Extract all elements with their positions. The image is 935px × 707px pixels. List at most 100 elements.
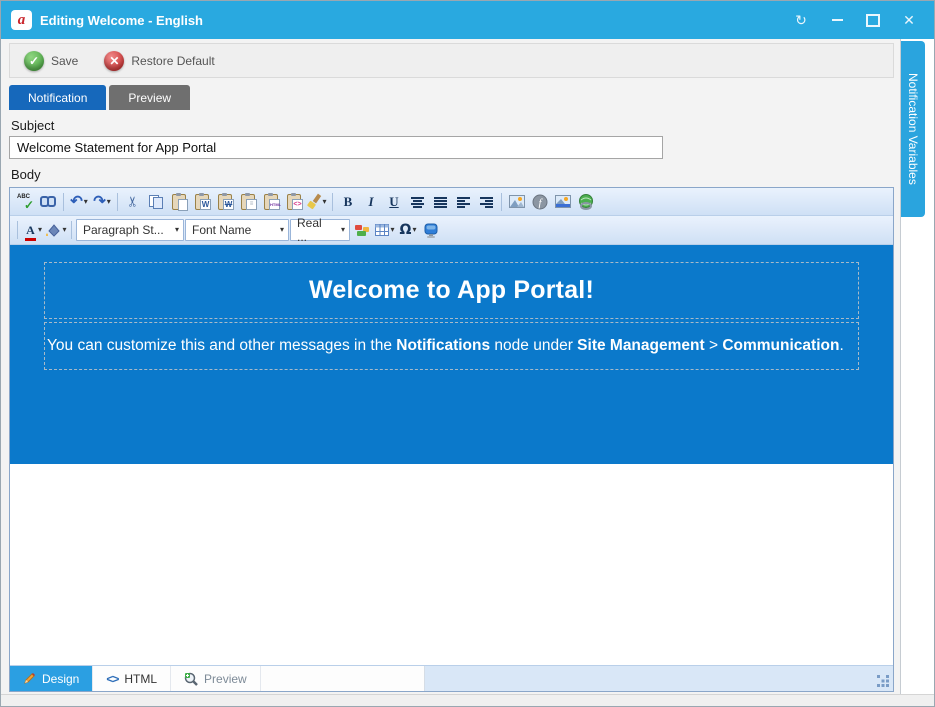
spellcheck-button[interactable]: ABC✓ xyxy=(14,191,36,213)
image-map-icon xyxy=(555,195,571,208)
editor-toolbar-row2: A▾ ▾ Paragraph St...▾ Font Name▾ Real ..… xyxy=(10,216,893,245)
format-stripper-button[interactable]: ▾ xyxy=(306,191,328,213)
mode-tab-html[interactable]: <> HTML xyxy=(93,666,171,691)
module-manager-icon xyxy=(354,223,370,237)
editor-canvas[interactable]: Welcome to App Portal! You can customize… xyxy=(10,245,893,665)
paint-bucket-icon xyxy=(45,223,61,237)
chevron-down-icon: ▾ xyxy=(175,226,179,234)
chevron-down-icon: ▾ xyxy=(390,226,394,234)
background-color-button[interactable]: ▾ xyxy=(45,219,67,241)
hyperlink-manager-button[interactable] xyxy=(575,191,597,213)
save-button[interactable]: ✓ Save xyxy=(24,51,78,71)
align-center-button[interactable] xyxy=(406,191,428,213)
undo-button[interactable]: ↶▾ xyxy=(68,191,90,213)
binoculars-icon xyxy=(40,196,56,207)
mode-tab-preview[interactable]: Preview xyxy=(171,666,261,691)
editor-toolbar-row1: ABC✓ ↶▾ ↷▾ ✂ W W ≡ HTML <> ▾ B xyxy=(10,188,893,216)
redo-button[interactable]: ↷▾ xyxy=(91,191,113,213)
minimize-button[interactable] xyxy=(822,9,852,31)
copy-button[interactable] xyxy=(145,191,167,213)
insert-table-button[interactable]: ▾ xyxy=(374,219,396,241)
mode-tab-design[interactable]: Design xyxy=(10,666,93,691)
flash-icon: f xyxy=(532,194,548,210)
bold-button[interactable]: B xyxy=(337,191,359,213)
italic-icon: I xyxy=(368,194,373,210)
underline-button[interactable]: U xyxy=(383,191,405,213)
editable-heading-region[interactable]: Welcome to App Portal! xyxy=(44,262,859,319)
subject-label: Subject xyxy=(11,118,894,133)
paste-icon xyxy=(172,194,186,210)
italic-button[interactable]: I xyxy=(360,191,382,213)
html-icon: <> xyxy=(106,672,118,686)
font-name-select[interactable]: Font Name▾ xyxy=(185,219,289,241)
paste-button[interactable] xyxy=(168,191,190,213)
find-replace-button[interactable] xyxy=(37,191,59,213)
paste-from-word-strip-button[interactable]: W xyxy=(214,191,236,213)
chevron-down-icon: ▾ xyxy=(412,226,416,234)
separator xyxy=(332,193,333,211)
title-bar: a Editing Welcome - English ↻ ✕ xyxy=(1,1,934,39)
email-body[interactable]: Welcome to App Portal! You can customize… xyxy=(10,245,893,464)
app-icon: a xyxy=(11,10,32,30)
chevron-down-icon: ▾ xyxy=(341,226,345,234)
close-button[interactable]: ✕ xyxy=(894,9,924,31)
maximize-icon xyxy=(866,14,880,27)
module-manager-button[interactable] xyxy=(351,219,373,241)
save-label: Save xyxy=(51,54,78,68)
foreground-color-button[interactable]: A▾ xyxy=(22,219,44,241)
mode-tab-strip: Design <> HTML Preview xyxy=(10,666,425,691)
align-right-button[interactable] xyxy=(475,191,497,213)
undo-icon: ↶ xyxy=(70,195,83,209)
paragraph-style-select[interactable]: Paragraph St...▾ xyxy=(76,219,184,241)
welcome-heading: Welcome to App Portal! xyxy=(309,276,594,305)
paste-markup-icon: <> xyxy=(287,194,301,210)
insert-snippet-button[interactable] xyxy=(420,219,442,241)
underline-icon: U xyxy=(389,194,398,210)
insert-image-button[interactable] xyxy=(506,191,528,213)
close-icon: ✕ xyxy=(903,12,915,29)
separator xyxy=(117,193,118,211)
font-size-select[interactable]: Real ...▾ xyxy=(290,219,350,241)
restore-default-label: Restore Default xyxy=(131,54,214,68)
paste-from-word-button[interactable]: W xyxy=(191,191,213,213)
insert-symbol-button[interactable]: Ω▾ xyxy=(397,219,419,241)
maximize-button[interactable] xyxy=(858,9,888,31)
separator xyxy=(71,221,72,239)
window-controls: ↻ ✕ xyxy=(786,9,924,31)
editable-paragraph-region[interactable]: You can customize this and other message… xyxy=(44,322,859,370)
align-left-icon xyxy=(457,196,470,208)
pencil-icon xyxy=(23,672,36,685)
restore-default-button[interactable]: ✕ Restore Default xyxy=(104,51,214,71)
font-color-icon: A xyxy=(24,223,37,238)
tab-strip: Notification Preview xyxy=(9,85,894,110)
flash-manager-button[interactable]: f xyxy=(529,191,551,213)
paste-word-icon: W xyxy=(195,194,209,210)
chevron-down-icon: ▾ xyxy=(62,226,66,234)
welcome-paragraph: You can customize this and other message… xyxy=(47,336,844,356)
tab-notification[interactable]: Notification xyxy=(9,85,106,110)
paste-html-button[interactable]: <> xyxy=(283,191,305,213)
justify-icon xyxy=(434,196,447,208)
rich-text-editor: ABC✓ ↶▾ ↷▾ ✂ W W ≡ HTML <> ▾ B xyxy=(9,187,894,692)
editor-mode-bar: Design <> HTML Preview xyxy=(10,665,893,691)
paste-as-html-button[interactable]: HTML xyxy=(260,191,282,213)
command-toolbar: ✓ Save ✕ Restore Default xyxy=(9,43,894,78)
tab-preview[interactable]: Preview xyxy=(109,85,190,110)
snippet-icon xyxy=(424,223,438,238)
paste-word-strip-icon: W xyxy=(218,194,232,210)
justify-button[interactable] xyxy=(429,191,451,213)
image-map-button[interactable] xyxy=(552,191,574,213)
refresh-button[interactable]: ↻ xyxy=(786,9,816,31)
notification-variables-panel: Notification Variables xyxy=(900,39,934,694)
cut-button[interactable]: ✂ xyxy=(122,191,144,213)
copy-icon xyxy=(149,195,163,209)
align-left-button[interactable] xyxy=(452,191,474,213)
chevron-down-icon: ▾ xyxy=(280,226,284,234)
chevron-down-icon: ▾ xyxy=(107,198,111,206)
resize-grip[interactable] xyxy=(877,675,891,689)
paste-text-icon: ≡ xyxy=(241,194,255,210)
subject-input[interactable] xyxy=(9,136,663,159)
notification-variables-tab[interactable]: Notification Variables xyxy=(901,41,925,217)
scissors-icon: ✂ xyxy=(124,196,141,208)
paste-plain-text-button[interactable]: ≡ xyxy=(237,191,259,213)
